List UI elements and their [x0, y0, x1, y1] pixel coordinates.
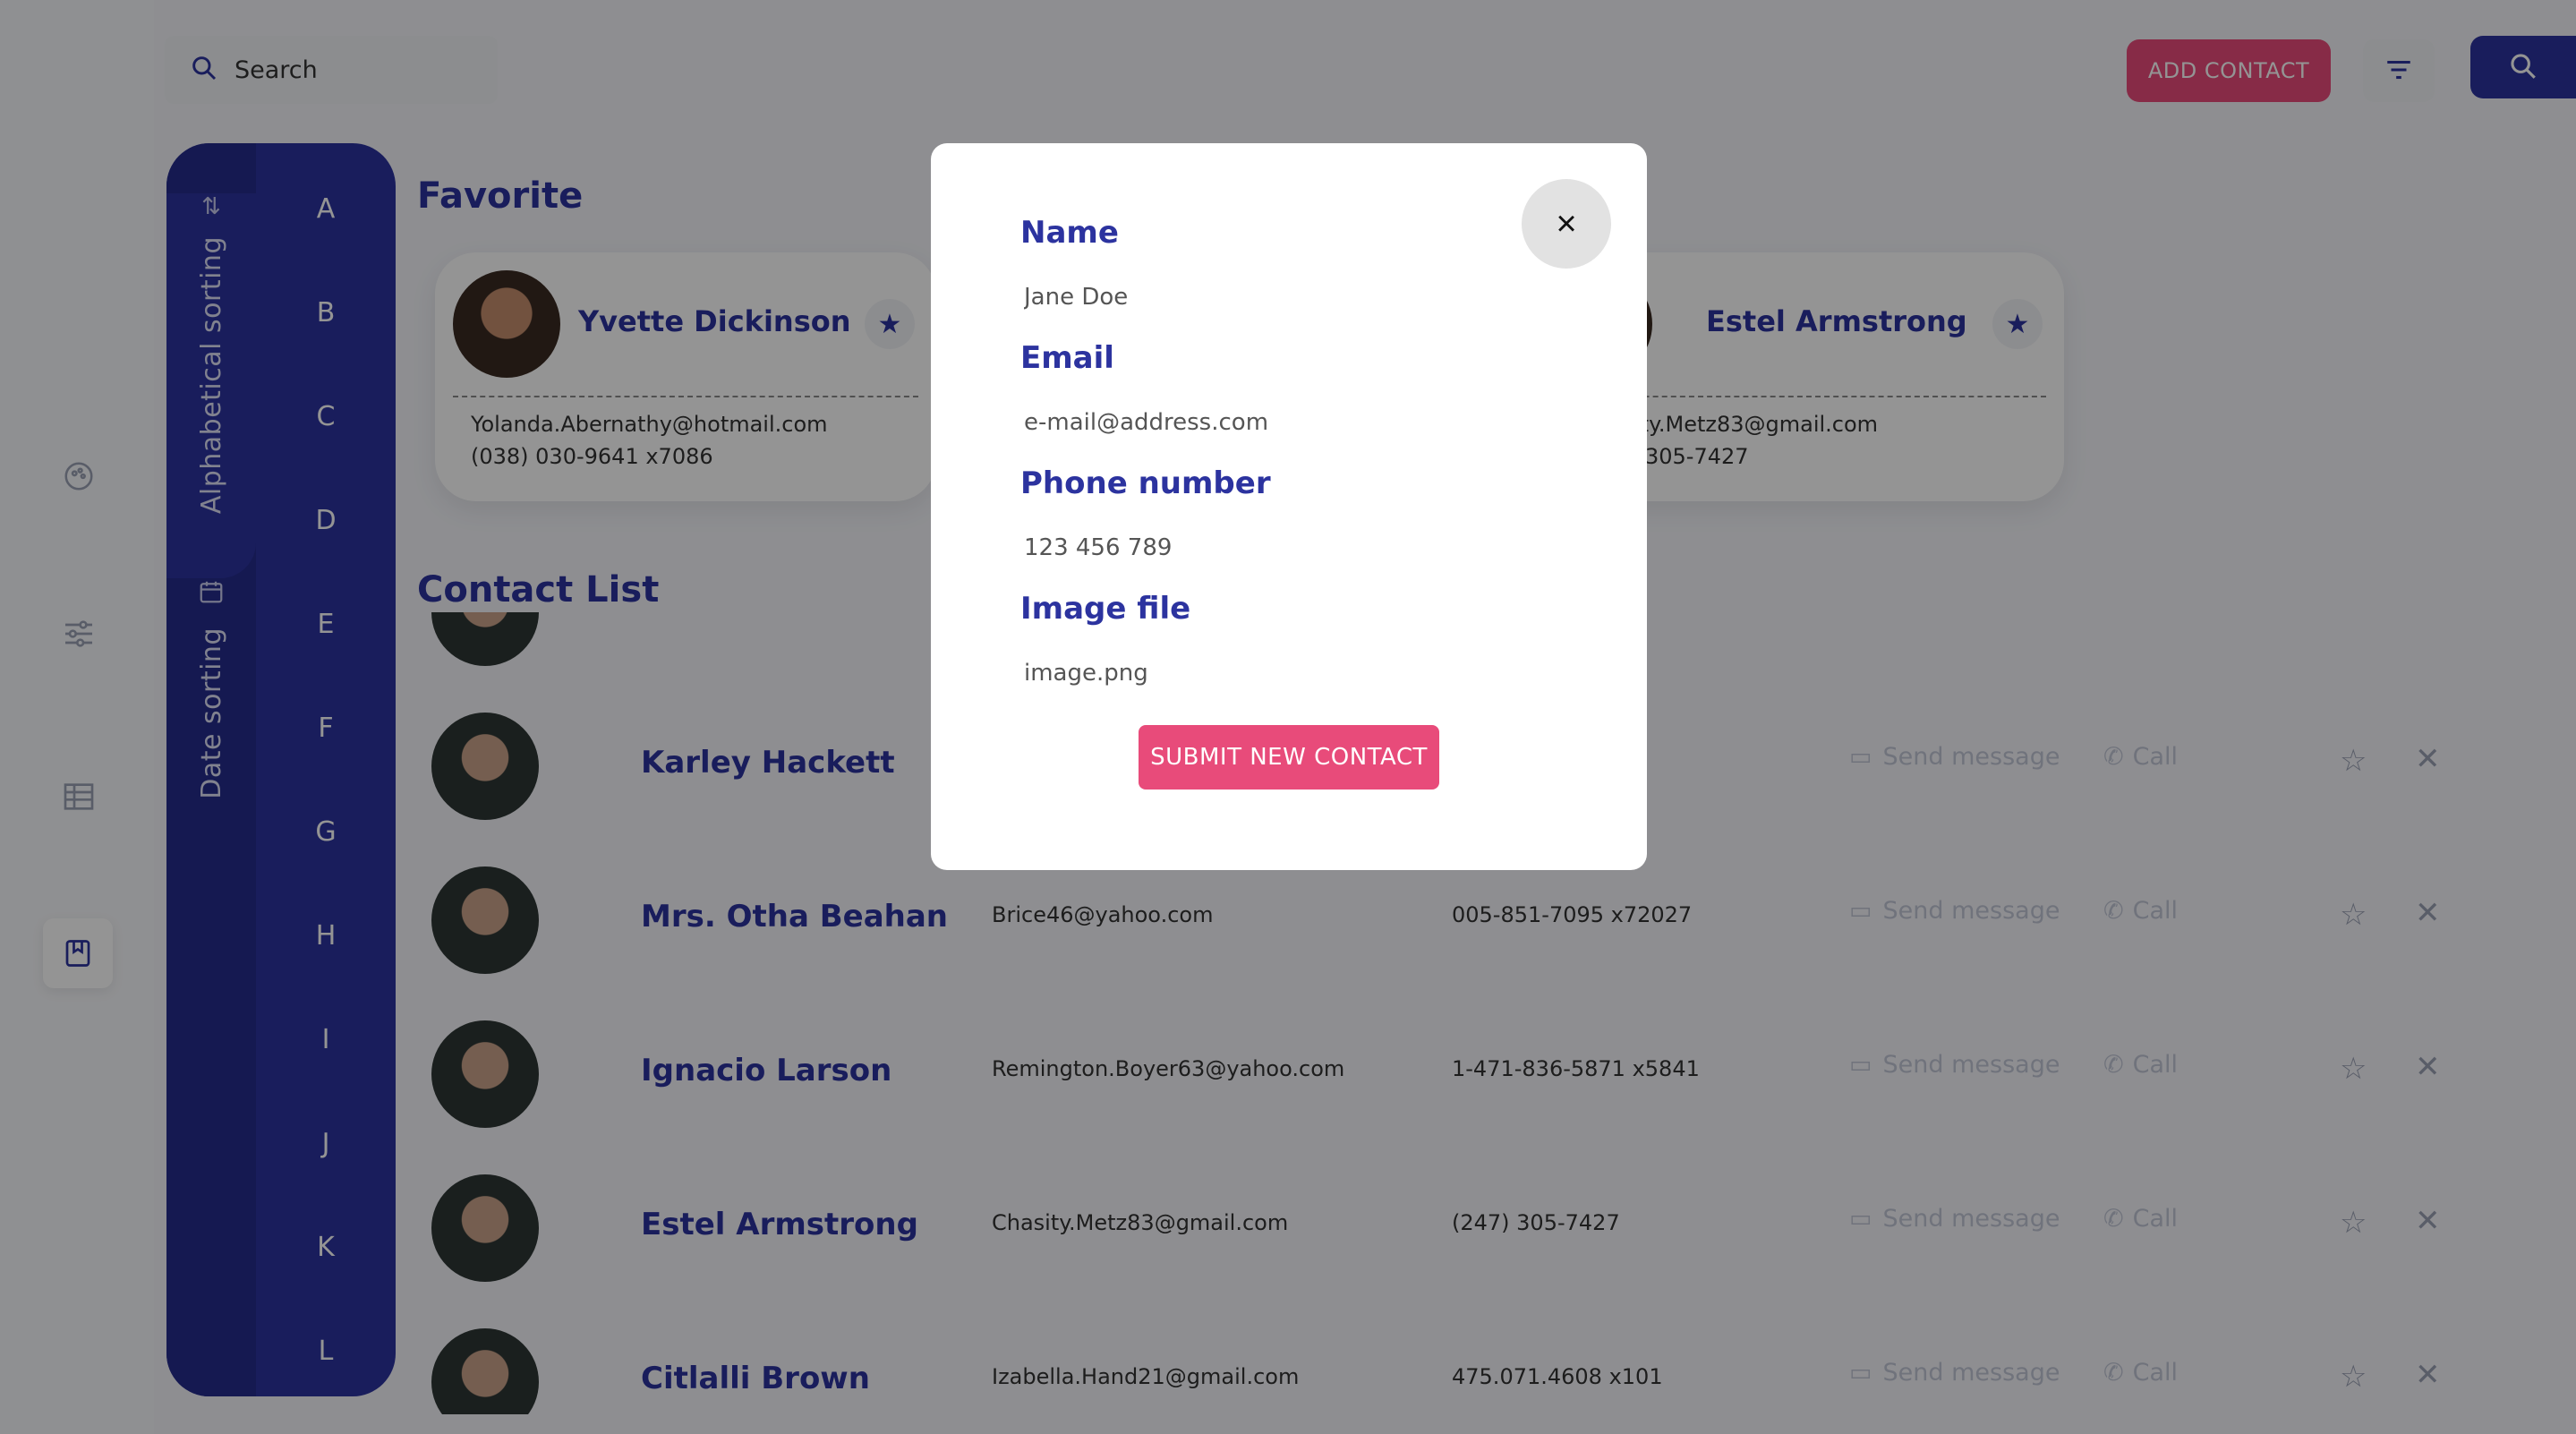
close-button[interactable]: × — [1522, 179, 1611, 269]
phone-label: Phone number — [1020, 465, 1271, 501]
image-file-label: Image file — [1020, 591, 1191, 627]
name-label: Name — [1020, 215, 1119, 251]
email-label: Email — [1020, 340, 1114, 376]
add-contact-modal: × Name Email Phone number Image file SUB… — [931, 143, 1647, 870]
email-field[interactable] — [1020, 396, 1522, 449]
image-file-field[interactable] — [1020, 646, 1522, 700]
submit-new-contact-button[interactable]: SUBMIT NEW CONTACT — [1139, 725, 1439, 790]
close-icon: × — [1556, 203, 1577, 243]
phone-field[interactable] — [1020, 521, 1522, 575]
name-field[interactable] — [1020, 270, 1522, 324]
